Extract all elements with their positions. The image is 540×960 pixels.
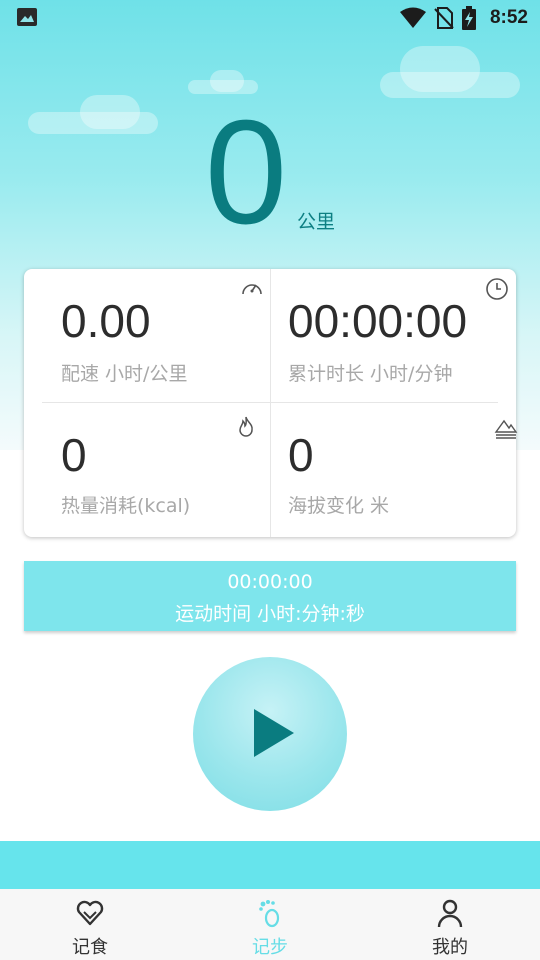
stats-card: 0.00 配速 小时/公里 00:00:00 累计时长 小时/分钟 0 热量消耗… [24,269,518,537]
distance-value: 0 [204,90,288,255]
start-button[interactable] [193,657,347,811]
duration-value: 00:00:00 [288,295,468,347]
status-bar: 8:52 [0,0,540,36]
bottom-navigation: 记食 记步 我的 [0,889,540,960]
duration-label: 累计时长 小时/分钟 [288,363,453,385]
nav-tab-step-log[interactable]: 记步 [180,889,360,960]
altitude-label: 海拔变化 米 [288,495,390,517]
pace-label: 配速 小时/公里 [61,363,188,385]
altitude-cell: 0 海拔变化 米 [270,403,518,537]
cloud-decoration [400,46,480,92]
altitude-value: 0 [288,429,314,481]
footprint-icon [259,900,280,928]
distance-unit: 公里 [297,211,336,233]
pace-value: 0.00 [61,295,151,347]
speedometer-icon [242,284,262,295]
pace-cell: 0.00 配速 小时/公里 [24,269,270,403]
image-icon [17,8,37,26]
calories-cell: 0 热量消耗(kcal) [24,403,270,537]
calories-label: 热量消耗(kcal) [61,495,191,517]
cloud-decoration [80,95,140,129]
wifi-icon [399,7,426,28]
cloud-decoration [210,70,244,92]
sport-time-label: 运动时间 小时:分钟:秒 [175,603,365,625]
no-sim-icon [434,7,454,29]
clock-icon [486,278,508,300]
clock-time: 8:52 [489,7,528,28]
mountain-icon [494,419,518,439]
accent-band [0,841,540,889]
calories-value: 0 [61,429,87,481]
sport-time-value: 00:00:00 [227,571,313,593]
flame-icon [239,416,253,437]
nav-label: 我的 [432,937,468,958]
nav-label: 记步 [252,937,288,958]
heart-icon [76,900,104,926]
nav-tab-food-log[interactable]: 记食 [0,889,180,960]
sport-time-bar: 00:00:00 运动时间 小时:分钟:秒 [24,561,516,631]
person-icon [437,899,463,928]
battery-charging-icon [461,6,476,30]
play-icon [254,709,294,757]
nav-tab-profile[interactable]: 我的 [360,889,540,960]
nav-label: 记食 [72,937,108,958]
duration-cell: 00:00:00 累计时长 小时/分钟 [270,269,516,403]
